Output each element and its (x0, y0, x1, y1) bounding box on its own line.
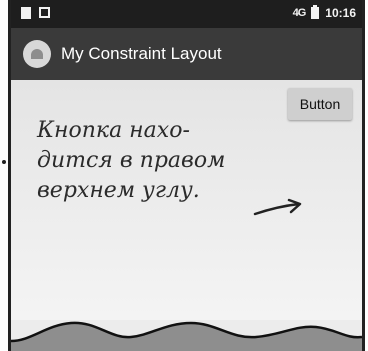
notification-icon (21, 7, 31, 19)
status-bar: 4G 10:16 (11, 0, 362, 28)
top-right-button[interactable]: Button (288, 88, 352, 120)
margin-dot (2, 160, 6, 164)
phone-screen: 4G 10:16 My Constraint Layout Button Кно… (8, 0, 365, 351)
app-bar: My Constraint Layout (11, 28, 362, 80)
status-left-icons (21, 7, 50, 19)
annotation-line-1: Кнопка нахо- (37, 118, 190, 143)
android-app-icon (23, 40, 51, 68)
app-title: My Constraint Layout (61, 44, 222, 63)
image-notification-icon (39, 7, 50, 18)
torn-edge-decoration (11, 321, 362, 351)
annotation-line-3: верхнем углу. (37, 178, 200, 203)
annotation-line-2: дится в правом (37, 148, 226, 173)
status-time: 10:16 (325, 6, 356, 20)
annotation-arrow-icon (253, 198, 302, 216)
signal-icon: 4G (292, 7, 307, 19)
main-content: Button Кнопка нахо- дится в правом верхн… (11, 80, 362, 320)
status-right: 4G 10:16 (292, 5, 356, 20)
handwritten-annotation: Кнопка нахо- дится в правом верхнем углу… (37, 116, 267, 206)
battery-icon (311, 5, 320, 19)
